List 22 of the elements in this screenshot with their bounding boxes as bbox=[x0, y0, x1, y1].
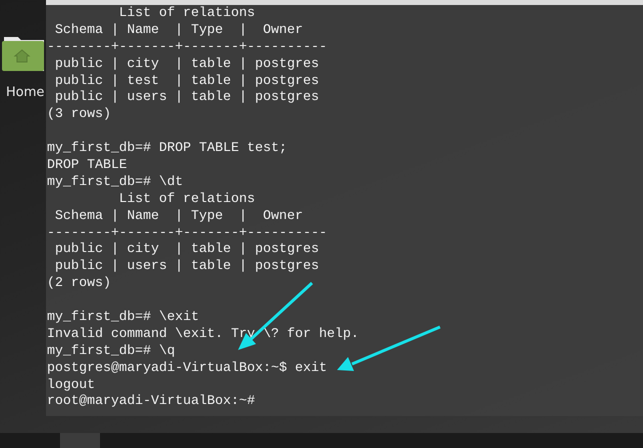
command-line: my_first_db=# DROP TABLE test; bbox=[47, 141, 288, 158]
output-line: logout bbox=[47, 378, 96, 394]
output-line: DROP TABLE bbox=[47, 158, 128, 175]
output-line: (3 rows) bbox=[47, 107, 112, 124]
output-line: public | city | table | postgres bbox=[54, 242, 320, 259]
output-line: --------+-------+-------+---------- bbox=[47, 226, 328, 242]
output-line: --------+-------+-------+---------- bbox=[47, 40, 328, 57]
command-line: my_first_db=# \dt bbox=[47, 174, 184, 192]
output-line: List of relations bbox=[118, 6, 256, 23]
icon-label[interactable]: Home bbox=[6, 83, 46, 102]
command-line: my_first_db=# \q bbox=[47, 344, 176, 361]
output-line: Schema | Name | Type | Owner bbox=[54, 208, 304, 226]
output-line: public | test | table | postgres bbox=[54, 74, 320, 90]
output-line: public | city | table | postgres bbox=[54, 56, 320, 74]
output-line: public | users | table | postgres bbox=[54, 90, 320, 107]
output-line: List of relations bbox=[118, 192, 256, 209]
command-line: postgres@maryadi-VirtualBox:~$ exit bbox=[47, 360, 328, 378]
command-line: my_first_db=# \exit bbox=[47, 310, 200, 327]
output-line: public | users | table | postgres bbox=[54, 259, 320, 276]
command-line: root@maryadi-VirtualBox:~# bbox=[47, 394, 256, 412]
output-line: (2 rows) bbox=[47, 276, 112, 294]
output-line: Schema | Name | Type | Owner bbox=[54, 22, 304, 40]
